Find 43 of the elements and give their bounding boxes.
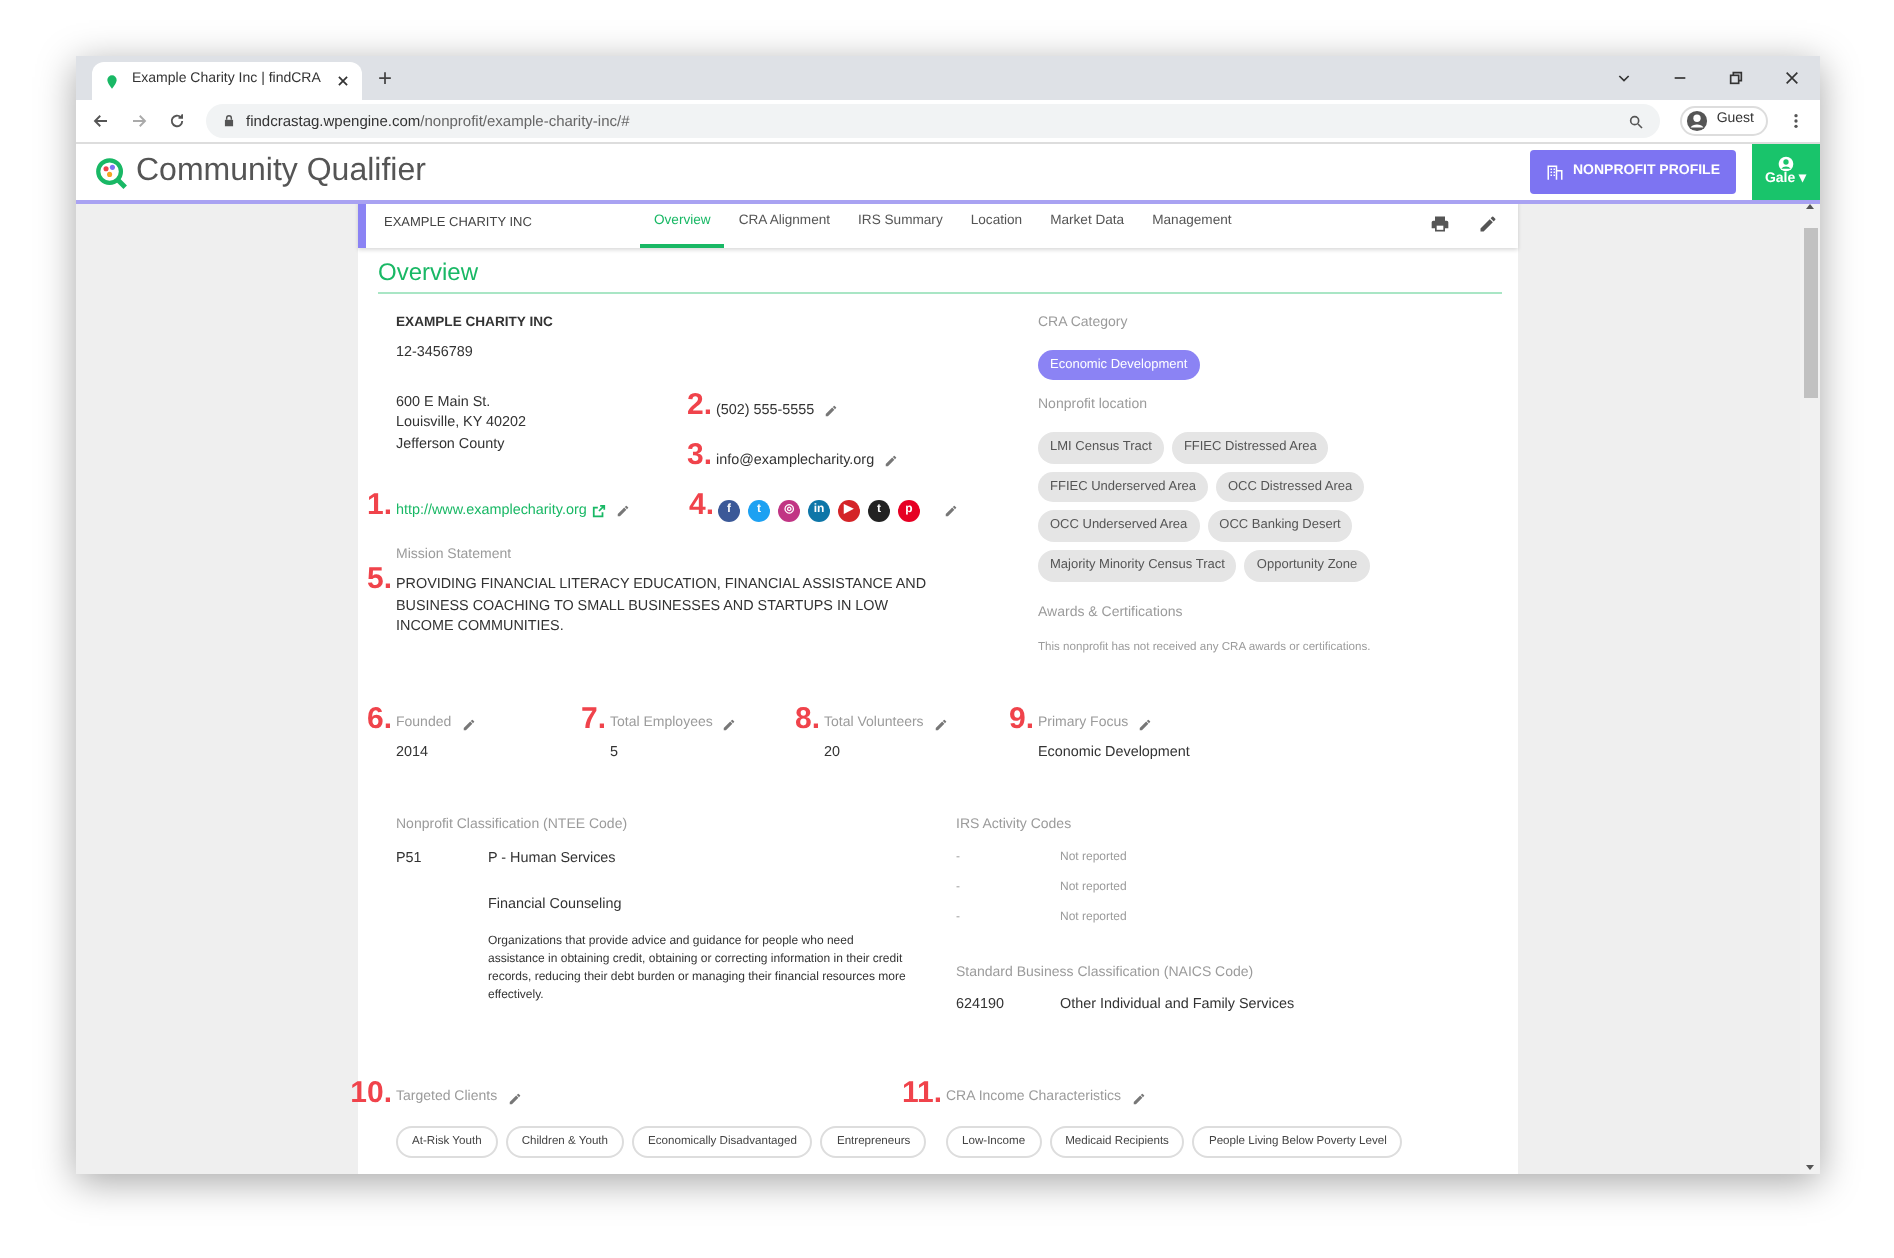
pencil-icon[interactable] [722,717,737,732]
pencil-icon[interactable] [1478,214,1498,234]
logo-icon [94,155,128,189]
app-name: Community Qualifier [136,152,426,192]
annotation-number: 8. [794,703,820,734]
building-icon [1545,163,1563,181]
external-link-icon[interactable] [592,503,607,518]
annotation-number: 2. [686,389,712,420]
annotation-number: 1. [366,489,392,520]
back-arrow-icon[interactable] [92,112,110,130]
user-icon [1778,156,1794,173]
pencil-icon[interactable] [944,503,958,518]
pencil-icon[interactable] [461,717,476,732]
pencil-icon[interactable] [1131,1091,1146,1106]
reload-icon[interactable] [168,112,186,130]
new-tab-button[interactable]: + [378,60,393,96]
pencil-icon[interactable] [884,453,899,468]
annotation-number: 10. [350,1078,392,1109]
zoom-icon[interactable] [1628,113,1645,129]
annotation-number: 6. [366,703,392,734]
pencil-icon[interactable] [933,717,948,732]
pencil-icon[interactable] [616,503,631,518]
annotation-number: 5. [366,564,392,595]
pencil-icon[interactable] [1138,717,1153,732]
lock-icon [222,114,236,128]
pencil-icon[interactable] [824,403,839,418]
section-title: Overview [378,254,1502,294]
more-menu-icon[interactable] [1788,112,1804,130]
annotation-number: 4. [688,489,714,520]
map-pin-icon [104,73,120,89]
annotation-number: 3. [686,439,712,470]
chevron-down-icon[interactable] [1616,70,1632,86]
restore-icon[interactable] [1728,70,1744,86]
scroll-down-icon[interactable] [1804,1162,1816,1174]
close-icon[interactable] [336,74,350,88]
annotation-number: 9. [1008,703,1034,734]
pencil-icon[interactable] [507,1091,522,1106]
close-icon[interactable] [1784,70,1800,86]
annotation-number: 11. [901,1078,942,1109]
person-icon [1686,110,1709,132]
print-icon[interactable] [1430,214,1450,234]
scrollbar-thumb[interactable] [1803,228,1817,398]
annotation-number: 7. [580,703,606,734]
